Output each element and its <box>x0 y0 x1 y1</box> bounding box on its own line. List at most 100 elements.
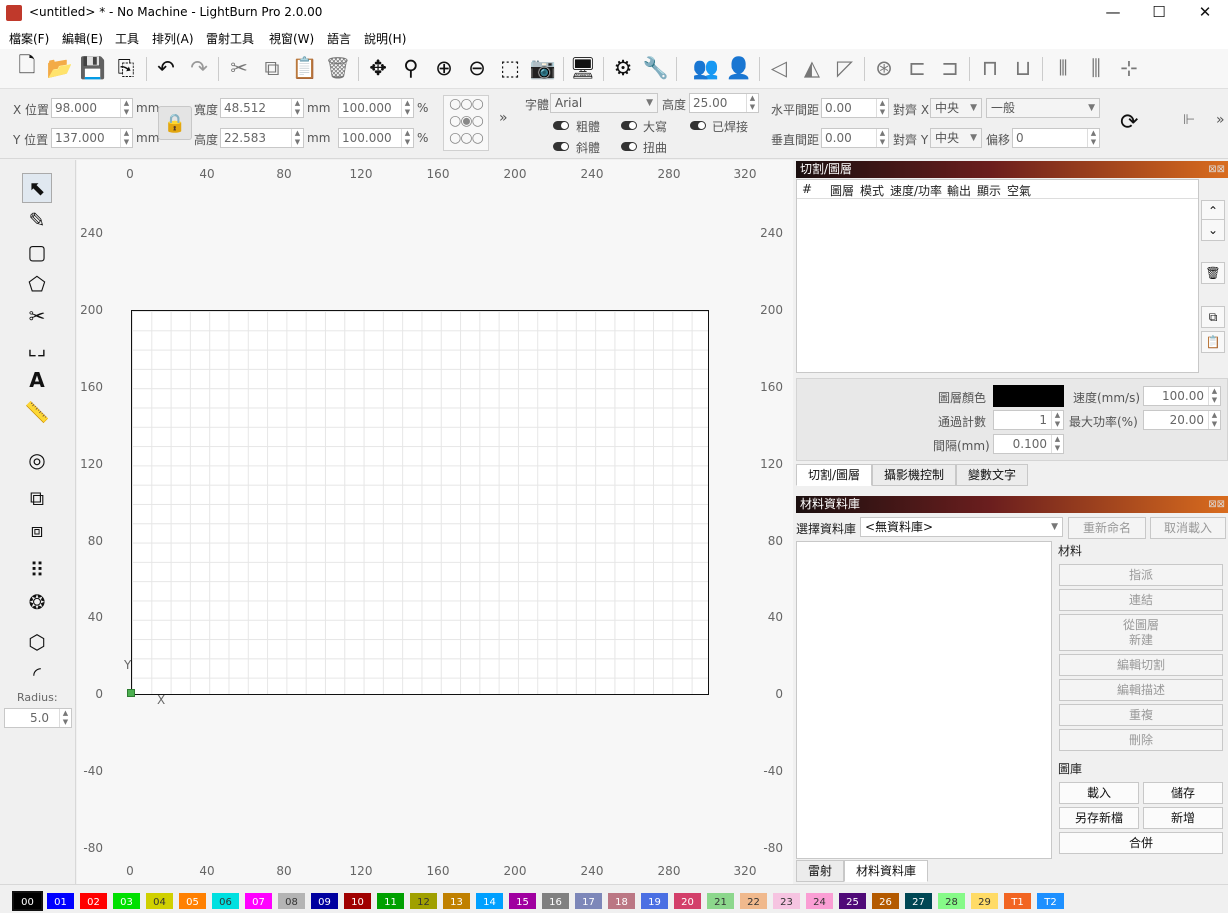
font-select[interactable]: Arial ▼ <box>550 93 658 113</box>
anchor-point-grid[interactable]: ○○○ ○◉○ ○○○ <box>443 95 489 151</box>
tab-variable-text[interactable]: 變數文字 <box>956 464 1028 486</box>
measure-tool-icon[interactable]: 📏 <box>22 397 52 427</box>
select-tool-icon[interactable]: ⬉ <box>22 173 52 203</box>
prop-more-2[interactable]: » <box>1216 112 1225 128</box>
italic-toggle[interactable] <box>553 142 569 151</box>
menu-window[interactable]: 視窗(W) <box>269 30 314 47</box>
bold-toggle[interactable] <box>553 121 569 130</box>
vspace-input[interactable]: 0.00 ▲ ▼ <box>821 128 889 148</box>
open-folder-icon[interactable]: 📂 <box>45 53 75 83</box>
group-icon[interactable]: 👥 <box>691 53 721 83</box>
unload-button[interactable]: 取消載入 <box>1150 517 1226 539</box>
fillet-tool-icon[interactable]: ◜ <box>22 659 52 689</box>
scale-height-input[interactable]: 100.000 ▲ ▼ <box>338 128 414 148</box>
menu-arrange[interactable]: 排列(A) <box>152 30 194 47</box>
move-icon[interactable]: ✥ <box>363 53 393 83</box>
minimize-button[interactable]: — <box>1090 0 1136 27</box>
load-library-button[interactable]: 載入 <box>1059 782 1139 804</box>
zoom-fit-icon[interactable]: ⚲ <box>396 53 426 83</box>
offset-input[interactable]: 0 ▲ ▼ <box>1012 128 1100 148</box>
undo-icon[interactable]: ↶ <box>151 53 181 83</box>
prop-more-1[interactable]: » <box>499 110 508 126</box>
cut-column-header[interactable]: 輸出 <box>947 182 971 199</box>
save-as-library-button[interactable]: 另存新檔 <box>1059 807 1139 829</box>
zoom-in-icon[interactable]: ⊕ <box>429 53 459 83</box>
layer-copy-icon[interactable]: ⧉ <box>1201 306 1225 328</box>
distribute-h-icon[interactable]: ⫴ <box>1048 53 1078 83</box>
cut-layers-table[interactable]: # 圖層 模式 速度/功率 輸出 顯示 空氣 <box>796 179 1199 373</box>
polygon-tool-icon[interactable]: ⬠ <box>22 269 52 299</box>
library-select[interactable]: <無資料庫> ▼ <box>860 517 1063 537</box>
menu-language[interactable]: 語言 <box>327 30 351 47</box>
hspace-input[interactable]: 0.00 ▲ ▼ <box>821 98 889 118</box>
menu-laser-tools[interactable]: 雷射工具 <box>206 30 254 47</box>
zoom-selection-icon[interactable]: ⬚ <box>495 53 525 83</box>
assign-button[interactable]: 指派 <box>1059 564 1223 586</box>
export-icon[interactable]: ⎘ <box>111 53 141 83</box>
align-center-icon[interactable]: ⊛ <box>869 53 899 83</box>
radius-input[interactable]: 5.0 ▲ ▼ <box>4 708 72 728</box>
cut-column-header[interactable]: # <box>802 182 812 196</box>
font-height-input[interactable]: 25.00 ▲ ▼ <box>689 93 759 113</box>
edit-cut-button[interactable]: 編輯切割 <box>1059 654 1223 676</box>
frame-tool-icon[interactable]: ⌞⌟ <box>22 333 52 363</box>
menu-file[interactable]: 檔案(F) <box>9 30 49 47</box>
align-bottom-icon[interactable]: ⊔ <box>1008 53 1038 83</box>
align-right-icon[interactable]: ⊐ <box>935 53 965 83</box>
device-settings-icon[interactable]: 🔧 <box>641 53 671 83</box>
rename-button[interactable]: 重新命名 <box>1068 517 1146 539</box>
scale-width-input[interactable]: 100.000 ▲ ▼ <box>338 98 414 118</box>
text-tool-icon[interactable]: A <box>22 365 52 395</box>
align-top-icon[interactable]: ⊓ <box>975 53 1005 83</box>
ungroup-icon[interactable]: 👤 <box>724 53 754 83</box>
move-together-icon[interactable]: ⊹ <box>1114 53 1144 83</box>
max-power-input[interactable]: 20.00 ▲ ▼ <box>1143 410 1221 430</box>
monitor-icon[interactable]: 🖥 <box>568 53 598 83</box>
distort-toggle[interactable] <box>621 142 637 151</box>
align-x-select[interactable]: 中央 ▼ <box>930 98 982 118</box>
save-library-button[interactable]: 儲存 <box>1143 782 1223 804</box>
new-from-layer-button[interactable]: 從圖層 新建 <box>1059 614 1223 651</box>
cut-column-header[interactable]: 顯示 <box>977 182 1001 199</box>
tab-camera-control[interactable]: 攝影機控制 <box>872 464 956 486</box>
tab-material-library[interactable]: 材料資料庫 <box>844 860 928 882</box>
tab-laser[interactable]: 雷射 <box>796 860 844 882</box>
x-position-input[interactable]: 98.000 ▲ ▼ <box>51 98 133 118</box>
camera-icon[interactable]: 📷 <box>528 53 558 83</box>
rotate-icon[interactable]: ◸ <box>830 53 860 83</box>
close-button[interactable]: ✕ <box>1182 0 1228 27</box>
rotate-sync-icon[interactable]: ⟳ <box>1120 110 1138 135</box>
layer-paste-icon[interactable]: 📋 <box>1201 331 1225 353</box>
align-left-icon[interactable]: ⊏ <box>902 53 932 83</box>
maximize-button[interactable]: ☐ <box>1136 0 1182 27</box>
offset-tool-icon[interactable]: ◎ <box>22 445 52 475</box>
cut-icon[interactable]: ✂ <box>224 53 254 83</box>
distribute-v-icon[interactable]: ⫼ <box>1081 53 1111 83</box>
y-position-input[interactable]: 137.000 ▲ ▼ <box>51 128 133 148</box>
tab-cut-layers[interactable]: 切割/圖層 <box>796 464 872 486</box>
cut-column-header[interactable]: 模式 <box>860 182 884 199</box>
zoom-out-icon[interactable]: ⊖ <box>462 53 492 83</box>
lock-aspect-icon[interactable]: 🔒 <box>158 106 192 140</box>
upper-toggle[interactable] <box>621 121 637 130</box>
delete-material-button[interactable]: 刪除 <box>1059 729 1223 751</box>
menu-edit[interactable]: 編輯(E) <box>62 30 103 47</box>
new-file-icon[interactable]: 🗋 <box>12 53 42 83</box>
align-tool-icon[interactable]: ⊩ <box>1183 112 1195 128</box>
cut-column-header[interactable]: 空氣 <box>1007 182 1031 199</box>
edit-description-button[interactable]: 編輯描述 <box>1059 679 1223 701</box>
mirror-horizontal-icon[interactable]: ◁ <box>764 53 794 83</box>
pen-tool-icon[interactable]: ✎ <box>22 205 52 235</box>
menu-help[interactable]: 說明(H) <box>364 30 406 47</box>
redo-icon[interactable]: ↷ <box>184 53 214 83</box>
node-edit-icon[interactable]: ⬡ <box>22 627 52 657</box>
paste-icon[interactable]: 📋 <box>290 53 320 83</box>
layer-color-swatch[interactable] <box>993 385 1064 407</box>
material-list[interactable] <box>796 541 1052 859</box>
scissors-tool-icon[interactable]: ✂ <box>22 301 52 331</box>
copy-icon[interactable]: ⧉ <box>257 53 287 83</box>
passes-input[interactable]: 1 ▲ ▼ <box>993 410 1064 430</box>
welded-toggle[interactable] <box>690 121 706 130</box>
cut-column-header[interactable]: 速度/功率 <box>890 182 942 199</box>
settings-icon[interactable]: ⚙ <box>608 53 638 83</box>
